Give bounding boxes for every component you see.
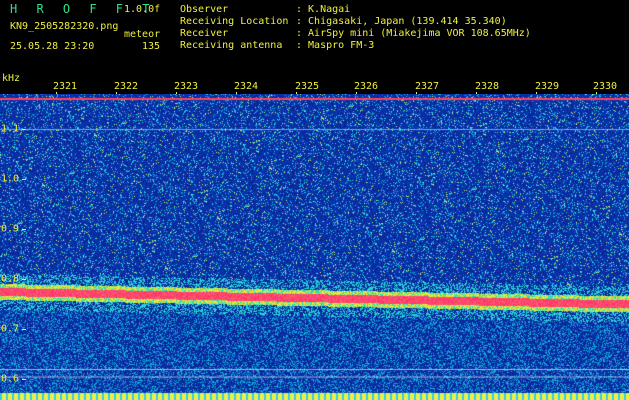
mode-label: meteor: [124, 29, 161, 40]
time-tick-label: 2330: [592, 81, 618, 92]
spectrogram-canvas: [0, 94, 629, 400]
y-tick-mark: [22, 279, 26, 280]
y-tick-mark: [22, 229, 26, 230]
observer-value: : K.Nagai: [296, 4, 351, 15]
location-value: : Chigasaki, Japan (139.414 35.340): [296, 16, 507, 27]
receiver-label: Receiver: [180, 28, 229, 39]
location-label: Receiving Location: [180, 16, 289, 27]
y-tick-label: 0.8: [1, 273, 20, 285]
observer-label: Observer: [180, 4, 229, 15]
receiver-value: : AirSpy mini (Miakejima VOR 108.65MHz): [296, 28, 531, 39]
filename-label: KN9_2505282320.png: [10, 21, 119, 32]
y-tick-label: 0.7: [1, 323, 20, 335]
time-tick-label: 2322: [113, 81, 139, 92]
time-tick-label: 2321: [52, 81, 78, 92]
datetime-label: 25.05.28 23:20: [10, 41, 95, 52]
time-tick-label: 2323: [173, 81, 199, 92]
time-tick-label: 2325: [294, 81, 320, 92]
spectrogram-plot: [0, 94, 629, 400]
time-tick-label: 2327: [414, 81, 440, 92]
count-label: 135: [142, 41, 161, 52]
antenna-value: : Maspro FM-3: [296, 40, 375, 51]
y-tick-label: 0.9: [1, 223, 20, 235]
time-tick-label: 2328: [474, 81, 500, 92]
time-tick-label: 2326: [353, 81, 379, 92]
y-tick-label: 0.6: [1, 373, 20, 385]
y-tick-mark: [22, 379, 26, 380]
y-tick-label: 1.1: [1, 123, 20, 135]
y-tick-mark: [22, 179, 26, 180]
antenna-label: Receiving antenna: [180, 40, 283, 51]
version-label: 1.0.0f: [124, 4, 161, 15]
y-tick-mark: [22, 129, 26, 130]
time-axis: kHz 2321 2322 2323 2324 2325 2326 2327 2…: [0, 74, 629, 96]
y-tick-label: 1.0: [1, 173, 20, 185]
y-unit-label: kHz: [2, 73, 21, 84]
time-tick-label: 2324: [233, 81, 259, 92]
header-panel: H R O F F T 1.0.0f KN9_2505282320.png me…: [0, 0, 629, 78]
time-tick-label: 2329: [534, 81, 560, 92]
y-tick-mark: [22, 329, 26, 330]
